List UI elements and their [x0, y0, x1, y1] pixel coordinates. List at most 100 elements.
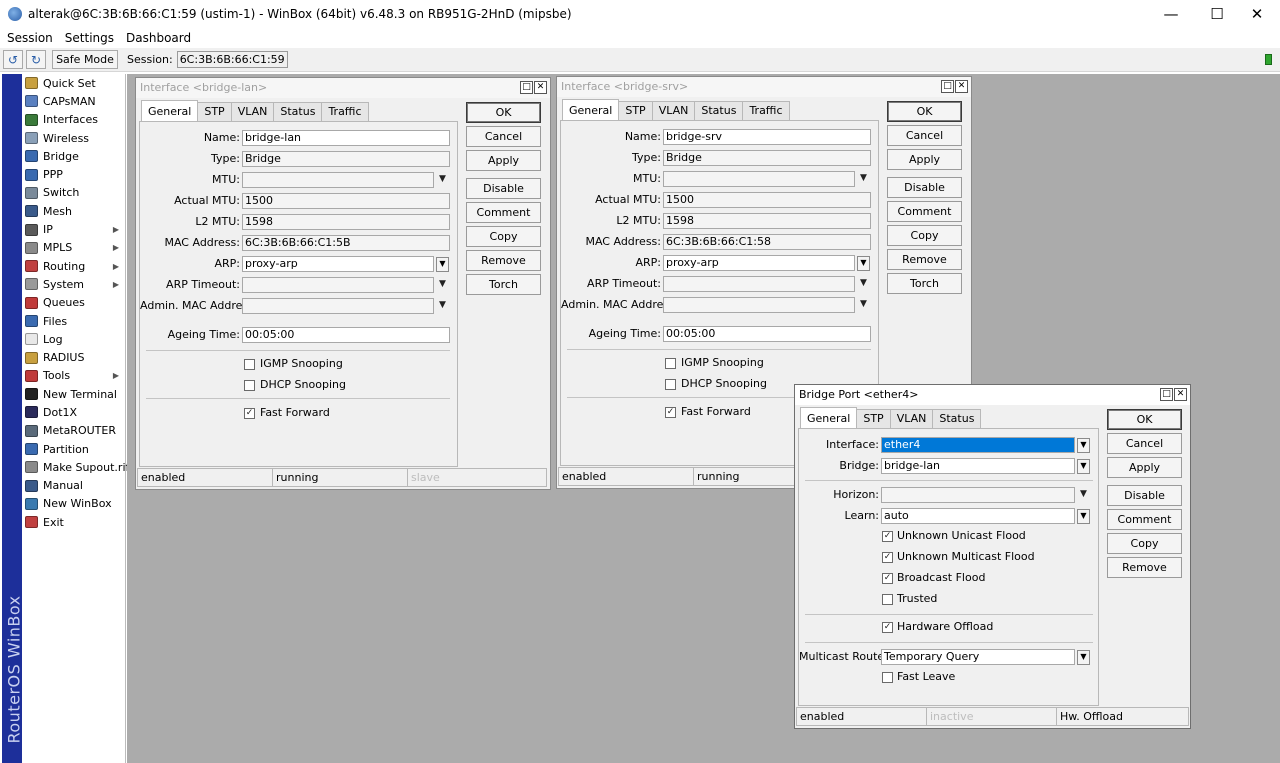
tab-vlan[interactable]: VLAN — [651, 101, 696, 120]
admin-mac-dropdown-icon[interactable]: ▼ — [436, 298, 449, 313]
remove-button[interactable]: Remove — [466, 250, 541, 271]
apply-button[interactable]: Apply — [1107, 457, 1182, 478]
restore-window-icon[interactable]: □ — [1160, 388, 1173, 401]
ok-button[interactable]: OK — [887, 101, 962, 122]
menu-dashboard[interactable]: Dashboard — [120, 31, 197, 45]
apply-button[interactable]: Apply — [887, 149, 962, 170]
copy-button[interactable]: Copy — [466, 226, 541, 247]
multicast-router-field[interactable]: Temporary Query — [881, 649, 1075, 665]
torch-button[interactable]: Torch — [887, 273, 962, 294]
comment-button[interactable]: Comment — [887, 201, 962, 222]
arp-field[interactable]: proxy-arp — [663, 255, 855, 271]
interface-dropdown-icon[interactable]: ▼ — [1077, 438, 1090, 453]
apply-button[interactable]: Apply — [466, 150, 541, 171]
ok-button[interactable]: OK — [466, 102, 541, 123]
tab-stp[interactable]: STP — [197, 102, 232, 121]
close-window-icon[interactable]: ✕ — [1174, 388, 1187, 401]
menu-settings[interactable]: Settings — [59, 31, 120, 45]
sidebar-item-interfaces[interactable]: Interfaces — [22, 111, 125, 129]
comment-button[interactable]: Comment — [1107, 509, 1182, 530]
igmp-snooping-checkbox[interactable] — [244, 359, 255, 370]
sidebar-item-dot1x[interactable]: Dot1X — [22, 403, 125, 421]
close-window-icon[interactable]: ✕ — [534, 81, 547, 94]
bridge-field[interactable]: bridge-lan — [881, 458, 1075, 474]
sidebar-item-files[interactable]: Files — [22, 312, 125, 330]
sidebar-item-log[interactable]: Log — [22, 330, 125, 348]
learn-dropdown-icon[interactable]: ▼ — [1077, 509, 1090, 524]
arp-timeout-dropdown-icon[interactable]: ▼ — [857, 276, 870, 291]
cancel-button[interactable]: Cancel — [1107, 433, 1182, 454]
arp-field[interactable]: proxy-arp — [242, 256, 434, 272]
interface-field[interactable]: ether4 — [881, 437, 1075, 453]
sidebar-item-partition[interactable]: Partition — [22, 440, 125, 458]
ok-button[interactable]: OK — [1107, 409, 1182, 430]
unknown-unicast-flood-checkbox[interactable]: ✓ — [882, 531, 893, 542]
tab-general[interactable]: General — [141, 100, 199, 121]
remove-button[interactable]: Remove — [887, 249, 962, 270]
tab-traffic[interactable]: Traffic — [742, 101, 790, 120]
sidebar-item-terminal[interactable]: New Terminal — [22, 385, 125, 403]
sidebar-item-mpls[interactable]: MPLS ▶ — [22, 239, 125, 257]
multicast-router-dropdown-icon[interactable]: ▼ — [1077, 650, 1090, 665]
sidebar-item-manual[interactable]: Manual — [22, 477, 125, 495]
sidebar-item-wireless[interactable]: Wireless — [22, 129, 125, 147]
arp-dropdown-icon[interactable]: ▼ — [857, 256, 870, 271]
mtu-field[interactable] — [242, 172, 434, 188]
arp-timeout-field[interactable] — [663, 276, 855, 292]
restore-window-icon[interactable]: □ — [520, 81, 533, 94]
unknown-multicast-flood-checkbox[interactable]: ✓ — [882, 552, 893, 563]
sidebar-item-exit[interactable]: Exit — [22, 513, 125, 531]
disable-button[interactable]: Disable — [1107, 485, 1182, 506]
horizon-dropdown-icon[interactable]: ▼ — [1077, 487, 1090, 502]
redo-button[interactable]: ↻ — [26, 50, 46, 69]
sidebar-item-routing[interactable]: Routing ▶ — [22, 257, 125, 275]
sidebar-item-system[interactable]: System ▶ — [22, 275, 125, 293]
disable-button[interactable]: Disable — [466, 178, 541, 199]
arp-dropdown-icon[interactable]: ▼ — [436, 257, 449, 272]
sidebar-item-capsman[interactable]: CAPsMAN — [22, 92, 125, 110]
tab-status[interactable]: Status — [932, 409, 982, 428]
sidebar-item-quick-set[interactable]: Quick Set — [22, 74, 125, 92]
cancel-button[interactable]: Cancel — [887, 125, 962, 146]
safe-mode-button[interactable]: Safe Mode — [52, 50, 118, 69]
restore-window-icon[interactable]: □ — [941, 80, 954, 93]
copy-button[interactable]: Copy — [887, 225, 962, 246]
tab-status[interactable]: Status — [694, 101, 744, 120]
torch-button[interactable]: Torch — [466, 274, 541, 295]
sidebar-item-supout[interactable]: Make Supout.rif — [22, 458, 129, 476]
comment-button[interactable]: Comment — [466, 202, 541, 223]
sidebar-item-ppp[interactable]: PPP — [22, 165, 125, 183]
window-title-bar[interactable]: Interface <bridge-lan> □ ✕ — [136, 78, 550, 98]
disable-button[interactable]: Disable — [887, 177, 962, 198]
arp-timeout-dropdown-icon[interactable]: ▼ — [436, 277, 449, 292]
sidebar-item-radius[interactable]: RADIUS — [22, 348, 125, 366]
tab-stp[interactable]: STP — [618, 101, 653, 120]
sidebar-item-winbox[interactable]: New WinBox — [22, 495, 125, 513]
admin-mac-dropdown-icon[interactable]: ▼ — [857, 297, 870, 312]
sidebar-item-mesh[interactable]: Mesh — [22, 202, 125, 220]
trusted-checkbox[interactable] — [882, 594, 893, 605]
mtu-dropdown-icon[interactable]: ▼ — [436, 172, 449, 187]
menu-session[interactable]: Session — [0, 31, 59, 45]
tab-stp[interactable]: STP — [856, 409, 891, 428]
tab-vlan[interactable]: VLAN — [230, 102, 275, 121]
mtu-dropdown-icon[interactable]: ▼ — [857, 171, 870, 186]
learn-field[interactable]: auto — [881, 508, 1075, 524]
sidebar-item-tools[interactable]: Tools ▶ — [22, 367, 125, 385]
fast-forward-checkbox[interactable]: ✓ — [244, 408, 255, 419]
sidebar-item-ip[interactable]: IP ▶ — [22, 220, 125, 238]
hardware-offload-checkbox[interactable]: ✓ — [882, 622, 893, 633]
arp-timeout-field[interactable] — [242, 277, 434, 293]
sidebar-item-bridge[interactable]: Bridge — [22, 147, 125, 165]
dhcp-snooping-checkbox[interactable] — [244, 380, 255, 391]
ageing-time-field[interactable]: 00:05:00 — [242, 327, 450, 343]
name-field[interactable]: bridge-srv — [663, 129, 871, 145]
tab-general[interactable]: General — [562, 99, 620, 120]
fast-leave-checkbox[interactable] — [882, 672, 893, 683]
sidebar-item-metarouter[interactable]: MetaROUTER — [22, 422, 125, 440]
close-window-icon[interactable]: ✕ — [955, 80, 968, 93]
broadcast-flood-checkbox[interactable]: ✓ — [882, 573, 893, 584]
igmp-snooping-checkbox[interactable] — [665, 358, 676, 369]
name-field[interactable]: bridge-lan — [242, 130, 450, 146]
tab-status[interactable]: Status — [273, 102, 323, 121]
